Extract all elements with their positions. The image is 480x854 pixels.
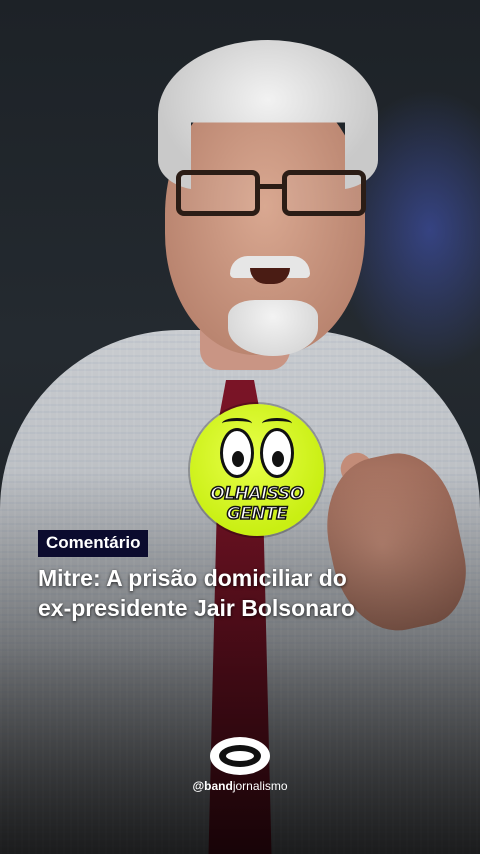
cartoon-eye-right	[260, 428, 294, 478]
headline-line2: ex-presidente Jair Bolsonaro	[38, 595, 355, 621]
band-logo-icon	[210, 737, 270, 775]
olhaisso-gente-sticker: OLHAISSO GENTE	[190, 404, 324, 536]
cartoon-eyes-icon	[220, 428, 254, 478]
band-handle: @bandjornalismo	[180, 779, 300, 793]
sticker-text-line2: GENTE	[226, 503, 289, 525]
sticker-text-line1: OLHAISSO	[210, 483, 305, 505]
headline-line1: Mitre: A prisão domiciliar do	[38, 565, 347, 591]
band-logo: @bandjornalismo	[180, 735, 300, 805]
video-frame[interactable]: OLHAISSO GENTE Comentário Mitre: A prisã…	[0, 0, 480, 854]
category-tag: Comentário	[38, 530, 149, 557]
handle-rest: jornalismo	[232, 779, 288, 793]
handle-bold: @band	[192, 779, 233, 793]
headline: Mitre: A prisão domiciliar do ex-preside…	[38, 563, 458, 623]
